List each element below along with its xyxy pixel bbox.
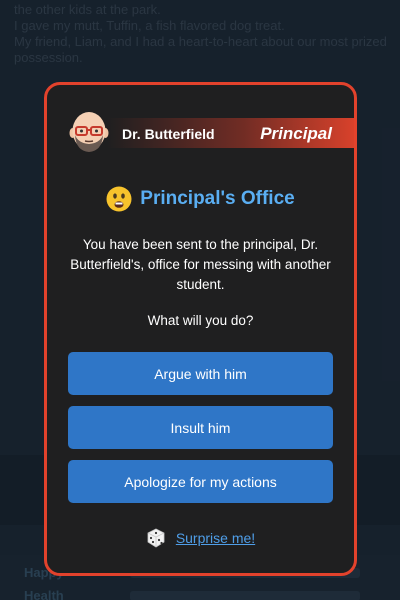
- dialog-header: Dr. Butterfield Principal: [47, 103, 354, 163]
- dialog-title: Principal's Office: [140, 188, 295, 209]
- dialog-message: You have been sent to the principal, Dr.…: [70, 237, 331, 292]
- bald-man-avatar-icon: [69, 112, 109, 152]
- surprise-me-link[interactable]: Surprise me!: [176, 530, 255, 546]
- grimacing-face-icon: [106, 186, 132, 212]
- surprise-me-row[interactable]: Surprise me!: [47, 528, 354, 548]
- insult-button[interactable]: Insult him: [68, 406, 333, 449]
- dice-icon[interactable]: [146, 528, 166, 548]
- principal-office-dialog: Dr. Butterfield Principal Principal's Of…: [44, 82, 357, 576]
- person-name: Dr. Butterfield: [122, 126, 215, 142]
- dialog-title-row: Principal's Office: [47, 186, 354, 212]
- argue-button[interactable]: Argue with him: [68, 352, 333, 395]
- role-label: Principal: [260, 124, 332, 143]
- dialog-question: What will you do?: [147, 313, 254, 328]
- apologize-button[interactable]: Apologize for my actions: [68, 460, 333, 503]
